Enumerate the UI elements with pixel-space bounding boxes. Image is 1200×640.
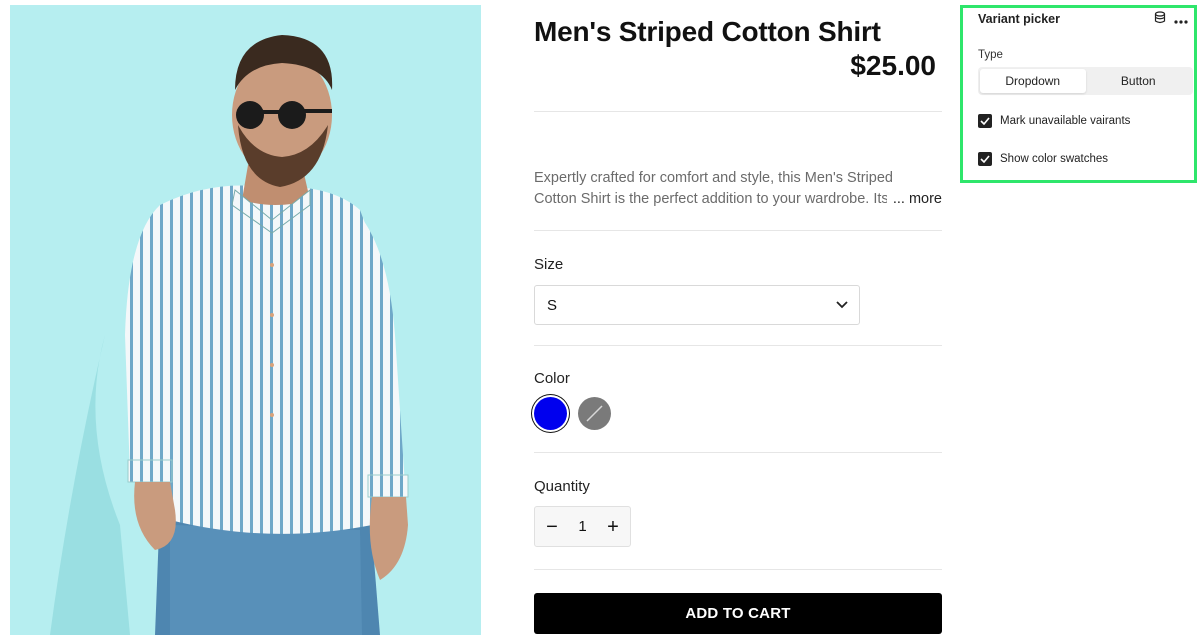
- mark-unavailable-checkbox-row[interactable]: Mark unavailable vairants: [978, 114, 1130, 128]
- type-label: Type: [978, 49, 1003, 61]
- type-segmented-control: Dropdown Button: [978, 67, 1193, 95]
- type-option-dropdown[interactable]: Dropdown: [980, 69, 1086, 93]
- description-line: Expertly crafted for comfort and style, …: [534, 170, 893, 186]
- size-label: Size: [534, 256, 564, 273]
- size-selected-value: S: [547, 296, 558, 314]
- unavailable-slash-icon: [586, 405, 603, 422]
- color-swatch-blue[interactable]: [534, 397, 567, 430]
- mark-unavailable-label: Mark unavailable vairants: [1000, 115, 1131, 127]
- quantity-value[interactable]: 1: [578, 518, 586, 535]
- product-title: Men's Striped Cotton Shirt: [534, 16, 881, 47]
- show-swatches-label: Show color swatches: [1000, 153, 1109, 165]
- product-description: Expertly crafted for comfort and style, …: [534, 168, 942, 210]
- quantity-label: Quantity: [534, 478, 590, 495]
- size-dropdown[interactable]: S: [534, 285, 860, 325]
- panel-icons: [1154, 11, 1188, 29]
- divider: [534, 345, 942, 346]
- variant-picker-panel: Variant picker Type Dropdown Button Mark…: [960, 5, 1197, 183]
- add-to-cart-button[interactable]: ADD TO CART: [534, 593, 942, 634]
- type-option-button[interactable]: Button: [1086, 69, 1192, 93]
- color-label: Color: [534, 370, 570, 387]
- divider: [534, 569, 942, 570]
- panel-title: Variant picker: [978, 12, 1060, 26]
- product-info: Men's Striped Cotton Shirt $25.00 Expert…: [534, 0, 942, 640]
- more-horizontal-icon[interactable]: [1174, 11, 1188, 29]
- divider: [534, 452, 942, 453]
- checkbox-checked-icon[interactable]: [978, 114, 992, 128]
- more-link[interactable]: ... more: [886, 189, 942, 210]
- chevron-down-icon: [835, 298, 849, 312]
- product-price: $25.00: [850, 50, 936, 81]
- divider: [534, 230, 942, 231]
- color-swatch-grey-unavailable[interactable]: [578, 397, 611, 430]
- description-line: Cotton Shirt is the perfect addition to …: [534, 191, 889, 207]
- checkbox-checked-icon[interactable]: [978, 152, 992, 166]
- divider: [534, 111, 942, 112]
- quantity-stepper: − 1 +: [534, 506, 631, 547]
- database-icon[interactable]: [1154, 11, 1166, 29]
- model-photo: [10, 5, 481, 635]
- product-image: [10, 5, 481, 635]
- decrement-button[interactable]: −: [545, 517, 559, 537]
- show-swatches-checkbox-row[interactable]: Show color swatches: [978, 152, 1108, 166]
- increment-button[interactable]: +: [606, 517, 620, 537]
